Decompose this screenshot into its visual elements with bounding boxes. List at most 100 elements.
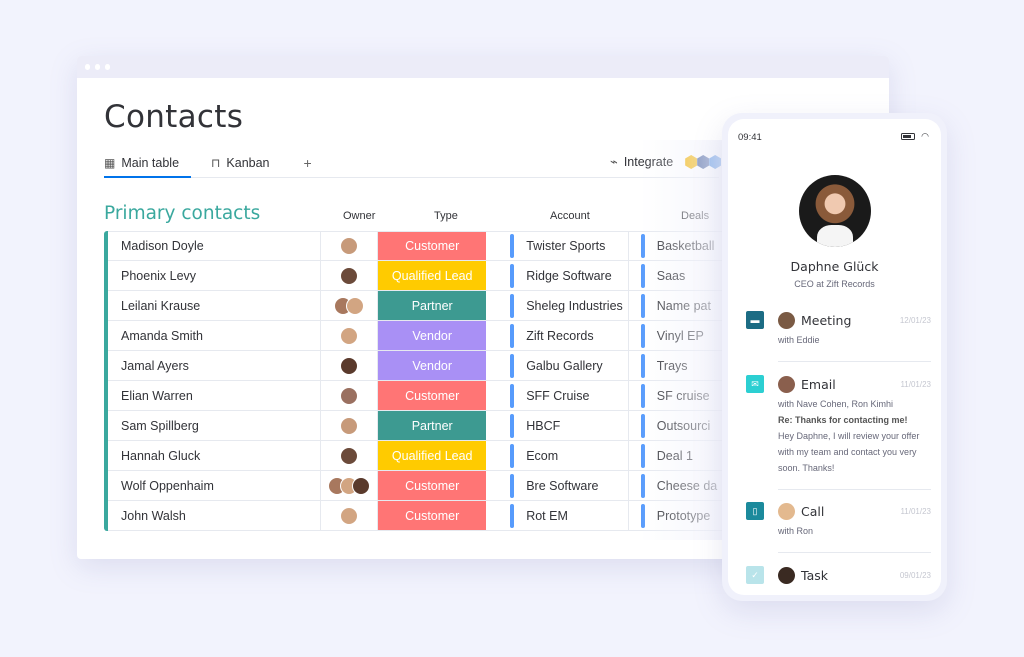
account-cell[interactable]: Galbu Gallery <box>498 351 629 380</box>
contact-name-cell[interactable]: John Walsh <box>108 501 321 530</box>
owner-cell[interactable] <box>321 321 379 350</box>
account-name: Zift Records <box>526 328 594 343</box>
add-view-button[interactable]: + <box>304 155 312 171</box>
activity-email[interactable]: ✉ Email 11/01/23 with Nave Cohen, Ron Ki… <box>746 375 931 476</box>
account-link-bar <box>510 234 515 258</box>
deal-link-bar <box>640 293 645 318</box>
contact-name-cell[interactable]: Sam Spillberg <box>108 411 321 440</box>
group-title[interactable]: Primary contacts <box>104 203 260 224</box>
owner-avatar[interactable] <box>340 506 358 525</box>
tab-main-table[interactable]: ▦ Main table <box>104 154 192 178</box>
account-cell[interactable]: SFF Cruise <box>498 381 629 410</box>
avatar <box>778 502 795 520</box>
type-label: Partner <box>411 418 453 433</box>
owner-cell[interactable] <box>321 411 379 440</box>
owner-cell[interactable] <box>321 471 379 500</box>
owner-avatar[interactable] <box>340 416 358 435</box>
type-status-cell[interactable]: Partner <box>378 291 487 320</box>
deal-link-bar <box>640 413 645 438</box>
activity-meeting[interactable]: ▬ Meeting 12/01/23 with Eddie <box>746 311 931 348</box>
contact-name-cell[interactable]: Leilani Krause <box>108 291 321 320</box>
column-header-account[interactable]: Account <box>550 210 590 222</box>
table-row[interactable]: Wolf Oppenhaim Customer Bre Software Che… <box>108 471 744 501</box>
window-dot[interactable] <box>85 64 90 70</box>
table-row[interactable]: Madison Doyle Customer Twister Sports Ba… <box>108 231 744 261</box>
type-status-cell[interactable]: Vendor <box>378 351 487 380</box>
account-cell[interactable]: Twister Sports <box>498 232 629 260</box>
table-row[interactable]: Jamal Ayers Vendor Galbu Gallery Trays <box>108 351 744 381</box>
account-cell[interactable]: Zift Records <box>498 321 629 350</box>
type-status-cell[interactable]: Partner <box>378 411 487 440</box>
status-time: 09:41 <box>738 132 762 143</box>
owner-avatar[interactable] <box>352 476 370 495</box>
type-status-cell[interactable]: Customer <box>378 381 487 410</box>
contact-name-cell[interactable]: Hannah Gluck <box>108 441 321 470</box>
owner-avatar[interactable] <box>340 266 358 285</box>
owner-avatar[interactable] <box>340 386 358 405</box>
integrate-button[interactable]: ⌁ Integrate <box>610 154 722 170</box>
account-name: Bre Software <box>526 478 599 493</box>
contact-name-cell[interactable]: Elian Warren <box>108 381 321 410</box>
account-link-bar <box>510 323 515 348</box>
tab-label: Main table <box>121 156 180 170</box>
column-header-owner[interactable]: Owner <box>343 210 375 222</box>
table-row[interactable]: Elian Warren Customer SFF Cruise SF crui… <box>108 381 744 411</box>
activity-call[interactable]: ▯ Call 11/01/23 with Ron <box>746 502 931 539</box>
column-header-deals[interactable]: Deals <box>681 210 709 222</box>
deal-name: SF cruise <box>656 388 710 403</box>
account-cell[interactable]: Rot EM <box>498 501 629 530</box>
owner-cell[interactable] <box>321 291 379 320</box>
account-cell[interactable]: Bre Software <box>498 471 629 500</box>
tab-kanban[interactable]: ⊓ Kanban <box>211 154 269 176</box>
profile-name: Daphne Glück <box>790 259 879 274</box>
table-row[interactable]: Hannah Gluck Qualified Lead Ecom Deal 1 <box>108 441 744 471</box>
table-row[interactable]: John Walsh Customer Rot EM Prototype <box>108 501 744 531</box>
table-row[interactable]: Phoenix Levy Qualified Lead Ridge Softwa… <box>108 261 744 291</box>
owner-cell[interactable] <box>321 232 379 260</box>
type-status-cell[interactable]: Customer <box>378 501 487 530</box>
owner-cell[interactable] <box>321 351 379 380</box>
window-dot[interactable] <box>105 64 110 70</box>
activity-task[interactable]: ✓ Task 09/01/23 <box>746 566 931 584</box>
contact-name-cell[interactable]: Jamal Ayers <box>108 351 321 380</box>
account-cell[interactable]: Ridge Software <box>498 261 629 290</box>
contact-name-cell[interactable]: Amanda Smith <box>108 321 321 350</box>
owner-avatar[interactable] <box>340 356 358 375</box>
owner-cell[interactable] <box>321 261 379 290</box>
type-label: Qualified Lead <box>391 268 473 283</box>
owner-cell[interactable] <box>321 441 379 470</box>
account-cell[interactable]: HBCF <box>498 411 629 440</box>
type-status-cell[interactable]: Qualified Lead <box>378 261 487 290</box>
profile-role: CEO at Zift Records <box>794 279 875 289</box>
plug-icon: ⌁ <box>610 154 618 169</box>
account-link-bar <box>510 473 515 498</box>
contact-name-cell[interactable]: Wolf Oppenhaim <box>108 471 321 500</box>
table-row[interactable]: Sam Spillberg Partner HBCF Outsourci <box>108 411 744 441</box>
table-row[interactable]: Amanda Smith Vendor Zift Records Vinyl E… <box>108 321 744 351</box>
account-cell[interactable]: Sheleg Industries <box>498 291 629 320</box>
activity-title: Task <box>801 567 828 583</box>
contact-name-cell[interactable]: Phoenix Levy <box>108 261 321 290</box>
column-header-type[interactable]: Type <box>434 210 458 222</box>
profile-avatar <box>799 175 871 247</box>
window-dot[interactable] <box>95 64 100 70</box>
contact-name-cell[interactable]: Madison Doyle <box>108 232 321 260</box>
owner-cell[interactable] <box>321 501 379 530</box>
owner-cell[interactable] <box>321 381 379 410</box>
type-status-cell[interactable]: Customer <box>378 471 487 500</box>
owner-avatar[interactable] <box>340 326 358 345</box>
type-status-cell[interactable]: Customer <box>378 232 487 260</box>
account-name: Galbu Gallery <box>526 358 603 373</box>
type-label: Customer <box>405 388 460 403</box>
table-row[interactable]: Leilani Krause Partner Sheleg Industries… <box>108 291 744 321</box>
owner-avatar[interactable] <box>340 237 358 255</box>
email-subject: Re: Thanks for contacting me! <box>778 415 908 425</box>
owner-avatar[interactable] <box>346 296 364 315</box>
contact-name: Jamal Ayers <box>121 358 189 373</box>
owner-avatar[interactable] <box>340 446 358 465</box>
battery-icon <box>901 133 916 140</box>
type-status-cell[interactable]: Vendor <box>378 321 487 350</box>
activity-date: 11/01/23 <box>900 379 931 389</box>
type-status-cell[interactable]: Qualified Lead <box>378 441 487 470</box>
account-cell[interactable]: Ecom <box>498 441 629 470</box>
